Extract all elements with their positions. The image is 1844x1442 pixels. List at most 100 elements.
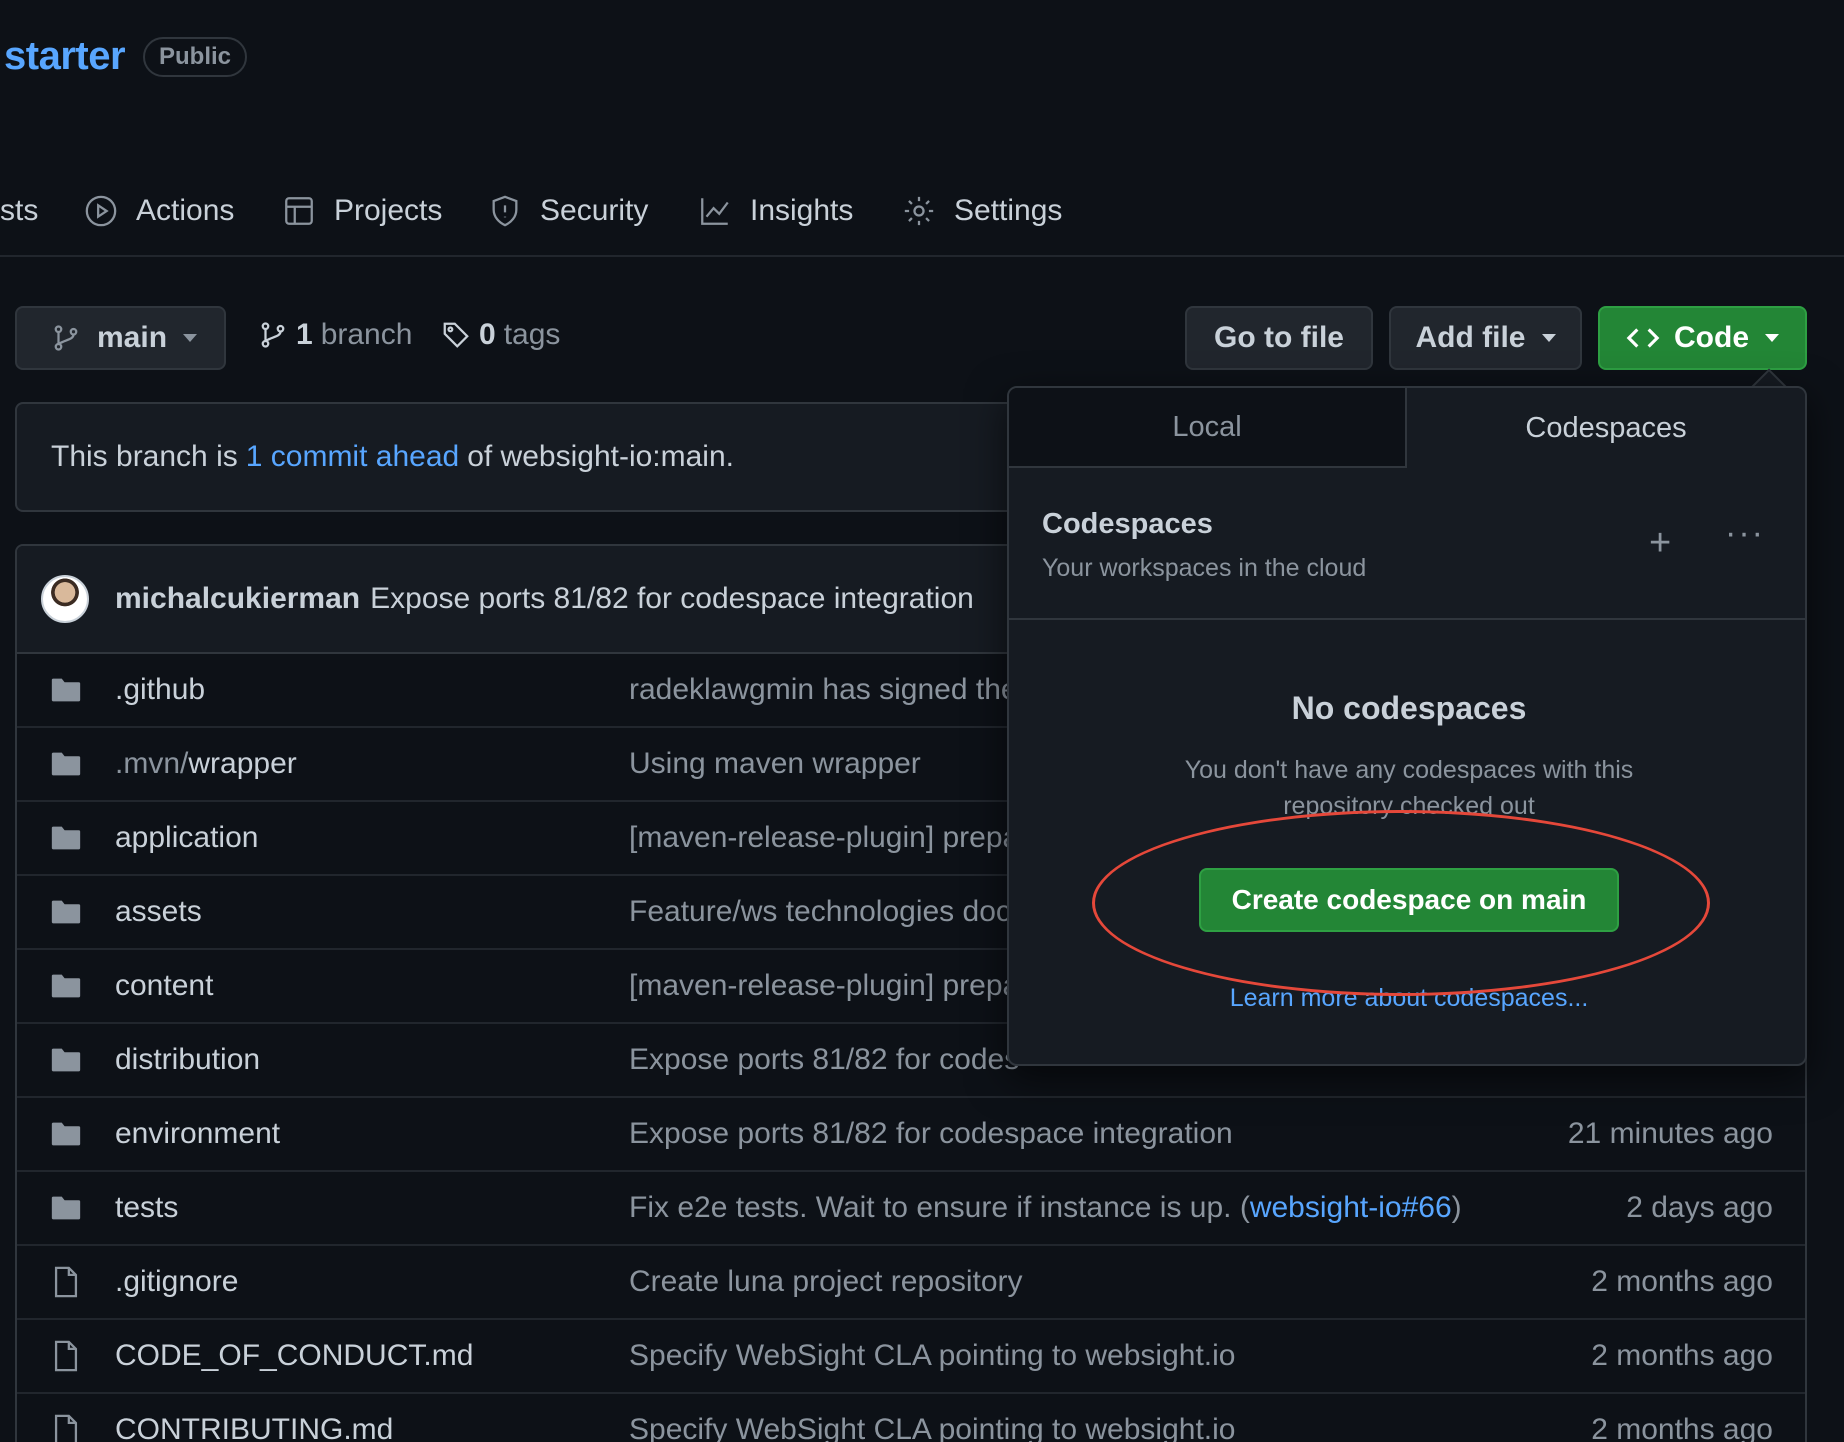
file-icon — [54, 1266, 78, 1298]
code-button[interactable]: Code — [1598, 306, 1807, 370]
tab-label: Insights — [750, 194, 854, 227]
tab-actions[interactable]: Actions — [84, 185, 234, 237]
code-dropdown-popover: Local Codespaces Codespaces Your workspa… — [1007, 386, 1807, 1066]
file-time: 2 months ago — [1591, 1265, 1773, 1298]
issue-link[interactable]: websight-io#66 — [1250, 1191, 1452, 1224]
repo-header: starter Public — [4, 34, 248, 79]
file-commit-link[interactable]: Feature/ws technologies doc — [629, 895, 1011, 929]
avatar[interactable] — [41, 575, 89, 623]
commit-message-link[interactable]: Expose ports 81/82 for codespace integra… — [370, 582, 974, 616]
tab-label: Actions — [136, 194, 235, 227]
graph-icon — [701, 198, 729, 225]
folder-icon — [51, 752, 81, 776]
commits-ahead-link[interactable]: 1 commit ahead — [246, 440, 459, 474]
tab-local[interactable]: Local — [1009, 388, 1407, 468]
table-row[interactable]: CONTRIBUTING.md Specify WebSight CLA poi… — [17, 1394, 1805, 1442]
tab-insights[interactable]: Insights — [698, 185, 853, 237]
tab-label: Security — [540, 194, 649, 227]
table-row[interactable]: tests Fix e2e tests. Wait to ensure if i… — [17, 1172, 1805, 1246]
folder-icon — [51, 974, 81, 998]
popover-tabs: Local Codespaces — [1009, 388, 1805, 468]
file-commit-link[interactable]: [maven-release-plugin] prepa — [629, 821, 1019, 855]
file-name-link[interactable]: CODE_OF_CONDUCT.md — [115, 1339, 473, 1373]
file-name-link[interactable]: environment — [115, 1117, 280, 1151]
tab-codespaces[interactable]: Codespaces — [1407, 388, 1805, 468]
tag-count: 0 — [479, 318, 496, 351]
branch-icon — [261, 322, 285, 348]
file-name-link[interactable]: application — [115, 821, 258, 855]
tab-settings[interactable]: Settings — [902, 185, 1062, 237]
learn-more-link[interactable]: Learn more about codespaces... — [1009, 984, 1805, 1013]
file-name-link[interactable]: distribution — [115, 1043, 260, 1077]
repo-name-link[interactable]: starter — [4, 34, 126, 79]
file-name-link[interactable]: tests — [115, 1191, 178, 1225]
codespaces-header: Codespaces Your workspaces in the cloud … — [1009, 468, 1805, 620]
empty-state-title: No codespaces — [1291, 690, 1527, 726]
repo-nav-tabs: sts Actions Projects Security Insights S… — [0, 185, 1844, 257]
file-name-link[interactable]: CONTRIBUTING.md — [115, 1413, 393, 1442]
branch-count: 1 — [296, 318, 313, 351]
go-to-file-button[interactable]: Go to file — [1185, 306, 1373, 370]
kebab-menu-icon[interactable]: ··· — [1725, 514, 1765, 553]
file-commit-link[interactable]: Expose ports 81/82 for codes — [629, 1043, 1019, 1077]
folder-icon — [51, 826, 81, 850]
create-codespace-button[interactable]: Create codespace on main — [1199, 868, 1619, 932]
branch-select-button[interactable]: main — [15, 306, 226, 370]
file-commit-link[interactable]: radeklawgmin has signed the — [629, 673, 1018, 707]
notice-suffix: of websight-io:main. — [467, 440, 734, 473]
file-commit-link[interactable]: Fix e2e tests. Wait to ensure if instanc… — [629, 1191, 1250, 1224]
tab-label: Settings — [954, 194, 1063, 227]
table-row[interactable]: environment Expose ports 81/82 for codes… — [17, 1098, 1805, 1172]
notice-prefix: This branch is — [51, 440, 238, 473]
file-commit-link[interactable]: Expose ports 81/82 for codespace integra… — [629, 1117, 1233, 1151]
tag-icon — [443, 322, 469, 348]
visibility-badge: Public — [143, 36, 248, 77]
file-icon — [54, 1414, 78, 1442]
table-row[interactable]: CODE_OF_CONDUCT.md Specify WebSight CLA … — [17, 1320, 1805, 1394]
chevron-down-icon — [1765, 334, 1779, 342]
file-commit-link[interactable]: [maven-release-plugin] prepa — [629, 969, 1019, 1003]
plus-icon[interactable]: + — [1649, 522, 1671, 565]
file-name-link[interactable]: assets — [115, 895, 202, 929]
tab-projects[interactable]: Projects — [282, 185, 442, 237]
tag-label: tags — [503, 318, 561, 351]
branch-label: branch — [320, 318, 413, 351]
file-name-link[interactable]: .gitignore — [115, 1265, 238, 1299]
file-commit-link[interactable]: Specify WebSight CLA pointing to websigh… — [629, 1339, 1235, 1373]
tab-label: sts — [0, 194, 39, 227]
code-label: Code — [1674, 321, 1749, 354]
file-icon — [54, 1340, 78, 1372]
file-name-link[interactable]: .mvn/wrapper — [115, 747, 297, 781]
add-file-button[interactable]: Add file — [1389, 306, 1582, 370]
folder-icon — [51, 1048, 81, 1072]
file-name-suffix: wrapper — [188, 747, 297, 780]
tab-security[interactable]: Security — [488, 185, 648, 237]
empty-state-text: You don't have any codespaces with this … — [1184, 756, 1634, 820]
file-commit-link[interactable]: Specify WebSight CLA pointing to websigh… — [629, 1413, 1235, 1442]
folder-icon — [51, 1122, 81, 1146]
file-commit-tail: ) — [1451, 1191, 1462, 1224]
tab-pull-requests[interactable]: sts — [0, 185, 38, 237]
file-commit-link[interactable]: Using maven wrapper — [629, 747, 921, 781]
folder-icon — [51, 678, 81, 702]
branch-name: main — [97, 321, 168, 354]
file-name-link[interactable]: .github — [115, 673, 205, 707]
folder-icon — [51, 900, 81, 924]
file-commit-link[interactable]: Create luna project repository — [629, 1265, 1023, 1299]
branch-icon — [54, 325, 78, 351]
branch-ahead-notice: This branch is 1 commit ahead of websigh… — [15, 402, 1015, 512]
file-name-prefix: .mvn/ — [115, 747, 189, 780]
file-name-link[interactable]: content — [115, 969, 213, 1003]
gear-icon — [904, 196, 934, 226]
file-commit-message: Fix e2e tests. Wait to ensure if instanc… — [629, 1191, 1462, 1225]
table-row[interactable]: .gitignore Create luna project repositor… — [17, 1246, 1805, 1320]
add-file-label: Add file — [1415, 321, 1526, 354]
branches-link[interactable]: 1 branch — [258, 318, 412, 352]
commit-author-link[interactable]: michalcukierman — [115, 582, 360, 616]
chevron-down-icon — [1541, 334, 1556, 342]
codespaces-title: Codespaces — [1042, 508, 1213, 540]
tab-label: Projects — [334, 194, 443, 227]
tags-link[interactable]: 0 tags — [441, 318, 560, 352]
code-icon — [1626, 328, 1660, 348]
go-to-file-label: Go to file — [1214, 321, 1344, 354]
